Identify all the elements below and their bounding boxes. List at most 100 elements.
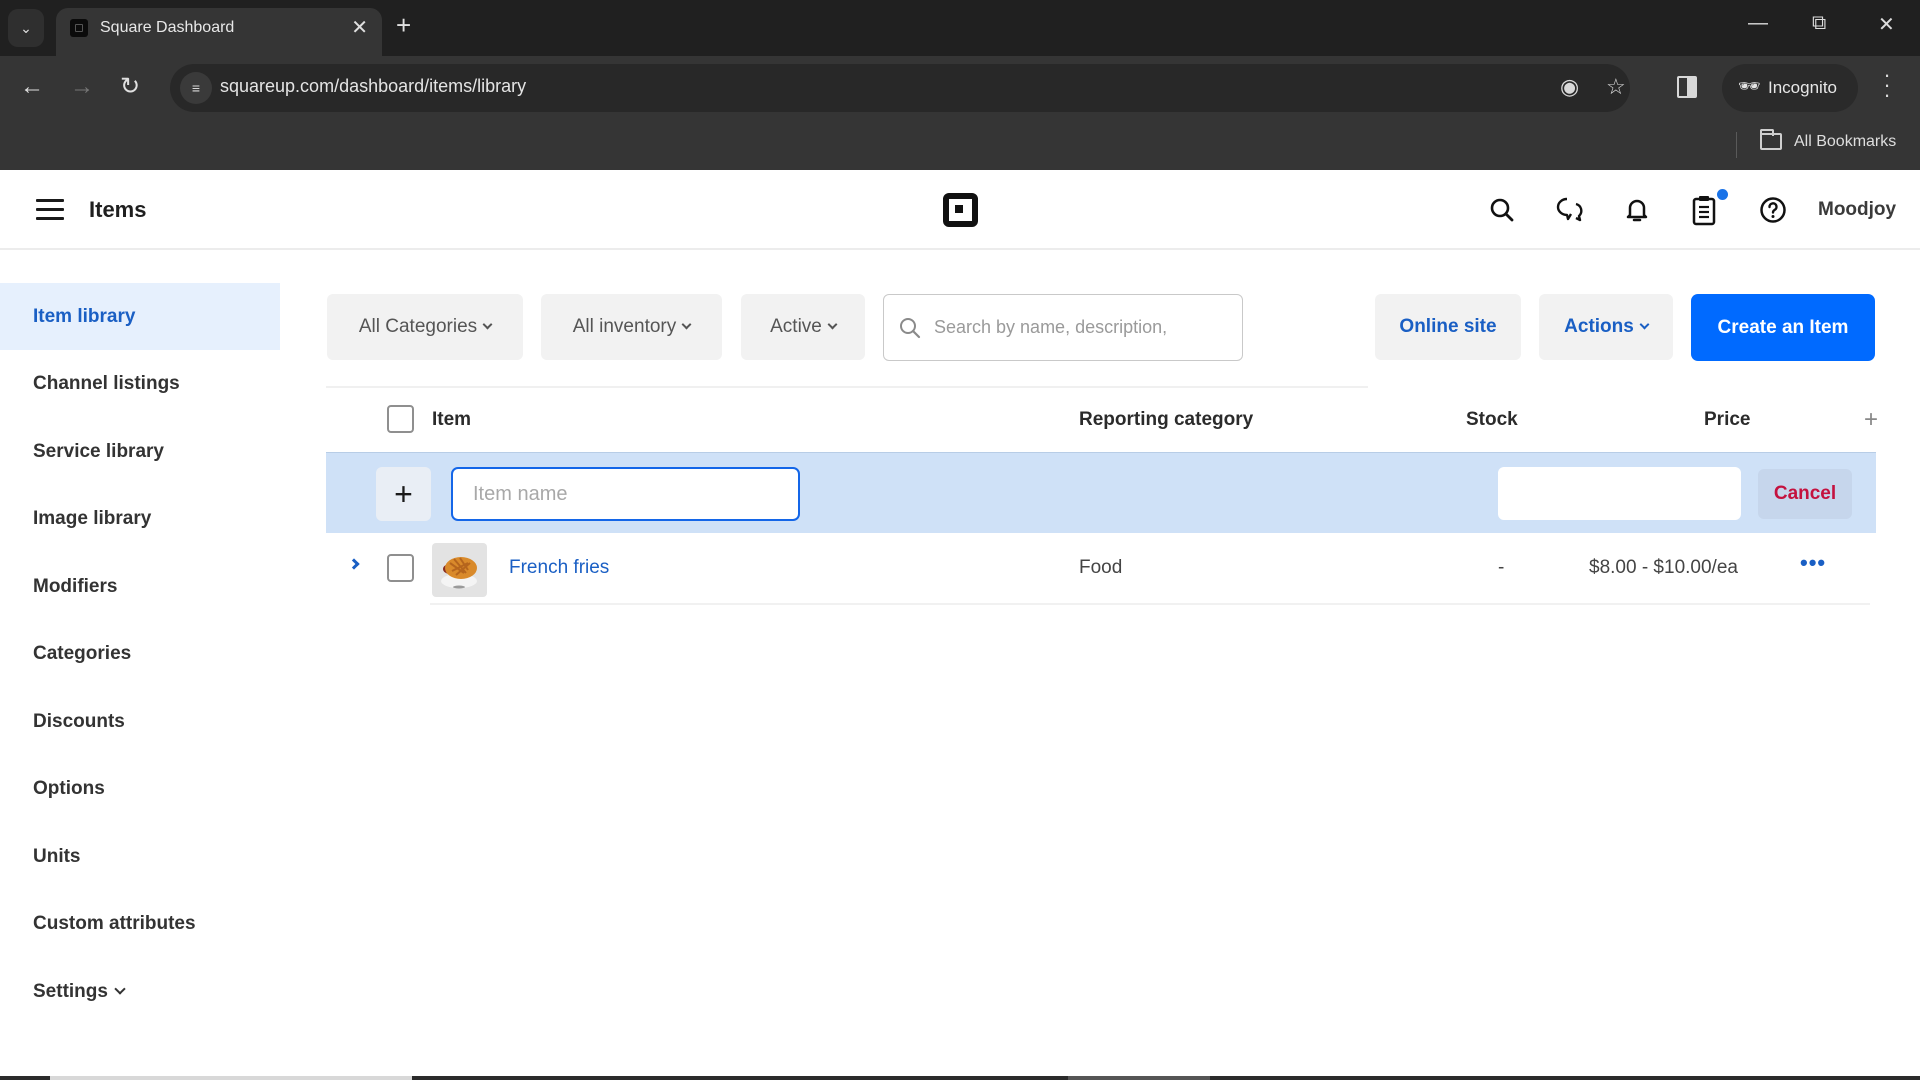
browser-tab-bar: ⌄ Square Dashboard ✕ + — ⧉ ✕	[0, 0, 1920, 56]
sidebar-item-settings[interactable]: Settings	[0, 958, 280, 1025]
quick-add-plus-button[interactable]: +	[376, 467, 431, 521]
sidebar-item-custom-attributes[interactable]: Custom attributes	[0, 890, 280, 957]
restore-icon[interactable]: ⧉	[1812, 12, 1826, 35]
actions-dropdown-button[interactable]: Actions	[1539, 294, 1673, 360]
close-icon[interactable]: ✕	[351, 15, 368, 40]
folder-icon	[1760, 129, 1782, 150]
chevron-down-icon	[482, 319, 493, 330]
side-panel-icon[interactable]	[1677, 76, 1697, 98]
sidebar-item-label: Service library	[33, 440, 164, 462]
plus-icon: +	[394, 475, 413, 512]
window-close-icon[interactable]: ✕	[1878, 12, 1895, 37]
sidebar-item-categories[interactable]: Categories	[0, 620, 280, 687]
sidebar-item-label: Units	[33, 845, 81, 867]
address-bar[interactable]: ≡ squareup.com/dashboard/items/library ◉…	[170, 64, 1630, 112]
browser-toolbar: ← → ↻ ≡ squareup.com/dashboard/items/lib…	[0, 56, 1920, 120]
search-icon	[900, 318, 921, 339]
status-filter-label: Active	[770, 316, 822, 337]
sidebar-item-image-library[interactable]: Image library	[0, 485, 280, 552]
tab-list-button[interactable]: ⌄	[8, 9, 44, 47]
item-price: $8.00 - $10.00/ea	[1589, 557, 1738, 578]
item-stock: -	[1498, 557, 1505, 578]
notification-dot	[1717, 189, 1728, 200]
bell-icon[interactable]	[1617, 190, 1657, 230]
item-reporting-category: Food	[1079, 557, 1123, 578]
chevron-down-icon: ⌄	[20, 19, 32, 36]
minimize-icon[interactable]: —	[1748, 12, 1768, 35]
sidebar: Item library Channel listings Service li…	[0, 250, 290, 1080]
cancel-label: Cancel	[1773, 483, 1837, 504]
column-header-price[interactable]: Price	[1704, 409, 1750, 431]
cancel-button[interactable]: Cancel	[1758, 469, 1852, 519]
inventory-filter-label: All inventory	[572, 316, 677, 337]
chevron-down-icon	[1639, 319, 1650, 330]
sidebar-item-service-library[interactable]: Service library	[0, 418, 280, 485]
column-header-reporting-category[interactable]: Reporting category	[1079, 409, 1253, 431]
sidebar-item-options[interactable]: Options	[0, 755, 280, 822]
messages-icon[interactable]	[1550, 190, 1590, 230]
more-options-icon[interactable]: •••	[1800, 550, 1826, 576]
create-item-button[interactable]: Create an Item	[1691, 294, 1875, 361]
reload-icon[interactable]: ↻	[120, 72, 140, 102]
sidebar-item-label: Image library	[33, 507, 152, 529]
inventory-filter-dropdown[interactable]: All inventory	[541, 294, 722, 360]
item-name-input[interactable]	[451, 467, 800, 521]
chevron-down-icon	[827, 319, 838, 330]
actions-label: Actions	[1564, 316, 1634, 337]
account-menu-button[interactable]: Moodjoy	[1818, 199, 1896, 221]
site-info-icon[interactable]: ≡	[180, 72, 212, 104]
divider	[430, 603, 1870, 605]
select-all-checkbox[interactable]	[387, 405, 414, 433]
incognito-icon: 🕶	[1738, 76, 1761, 96]
column-header-item[interactable]: Item	[432, 409, 471, 431]
all-bookmarks-link[interactable]: All Bookmarks	[1794, 133, 1896, 151]
online-site-label: Online site	[1399, 316, 1497, 337]
star-icon[interactable]: ☆	[1606, 74, 1626, 100]
hamburger-menu-icon[interactable]	[36, 199, 64, 221]
quick-add-price-input[interactable]	[1498, 467, 1741, 520]
sidebar-item-modifiers[interactable]: Modifiers	[0, 553, 280, 620]
sidebar-item-label: Settings	[33, 980, 108, 1002]
row-checkbox[interactable]	[387, 554, 414, 582]
search-field[interactable]	[883, 294, 1243, 361]
divider	[326, 386, 1368, 388]
sidebar-item-label: Discounts	[33, 710, 125, 732]
more-vert-icon[interactable]: · · ·	[1882, 64, 1892, 106]
scrollbar-thumb[interactable]	[50, 1076, 412, 1080]
bookmarks-divider	[1736, 132, 1737, 158]
tab-title: Square Dashboard	[100, 19, 235, 36]
eye-off-icon[interactable]: ◉	[1560, 74, 1579, 100]
incognito-indicator[interactable]: 🕶 Incognito	[1722, 64, 1858, 112]
sidebar-item-label: Channel listings	[33, 372, 180, 394]
category-filter-dropdown[interactable]: All Categories	[327, 294, 523, 360]
add-column-plus-icon[interactable]: +	[1864, 406, 1878, 434]
forward-icon[interactable]: →	[70, 72, 94, 102]
search-icon[interactable]	[1482, 190, 1522, 230]
column-header-stock[interactable]: Stock	[1466, 409, 1518, 431]
square-logo-icon[interactable]	[943, 193, 978, 227]
browser-tab[interactable]: Square Dashboard ✕	[56, 8, 382, 56]
sidebar-item-label: Modifiers	[33, 575, 118, 597]
sidebar-item-item-library[interactable]: Item library	[0, 283, 280, 350]
sidebar-item-units[interactable]: Units	[0, 823, 280, 890]
new-tab-plus-icon[interactable]: +	[396, 12, 411, 38]
url-text[interactable]: squareup.com/dashboard/items/library	[220, 76, 526, 97]
scrollbar-thumb[interactable]	[1068, 1076, 1210, 1080]
help-icon[interactable]	[1753, 190, 1793, 230]
bookmarks-bar: All Bookmarks	[0, 120, 1920, 170]
chevron-right-icon[interactable]	[348, 558, 360, 570]
sidebar-item-label: Custom attributes	[33, 912, 196, 934]
back-icon[interactable]: ←	[20, 72, 44, 102]
item-name-link[interactable]: French fries	[509, 557, 609, 579]
online-site-button[interactable]: Online site	[1375, 294, 1521, 360]
sidebar-item-label: Options	[33, 777, 105, 799]
create-item-label: Create an Item	[1717, 316, 1849, 338]
item-thumbnail	[432, 543, 487, 597]
square-favicon-icon	[70, 19, 88, 37]
sidebar-item-discounts[interactable]: Discounts	[0, 688, 280, 755]
status-filter-dropdown[interactable]: Active	[741, 294, 865, 360]
sidebar-item-channel-listings[interactable]: Channel listings	[0, 350, 280, 417]
category-filter-label: All Categories	[358, 316, 478, 337]
search-input[interactable]	[934, 295, 1234, 360]
sidebar-item-label: Item library	[33, 305, 136, 327]
